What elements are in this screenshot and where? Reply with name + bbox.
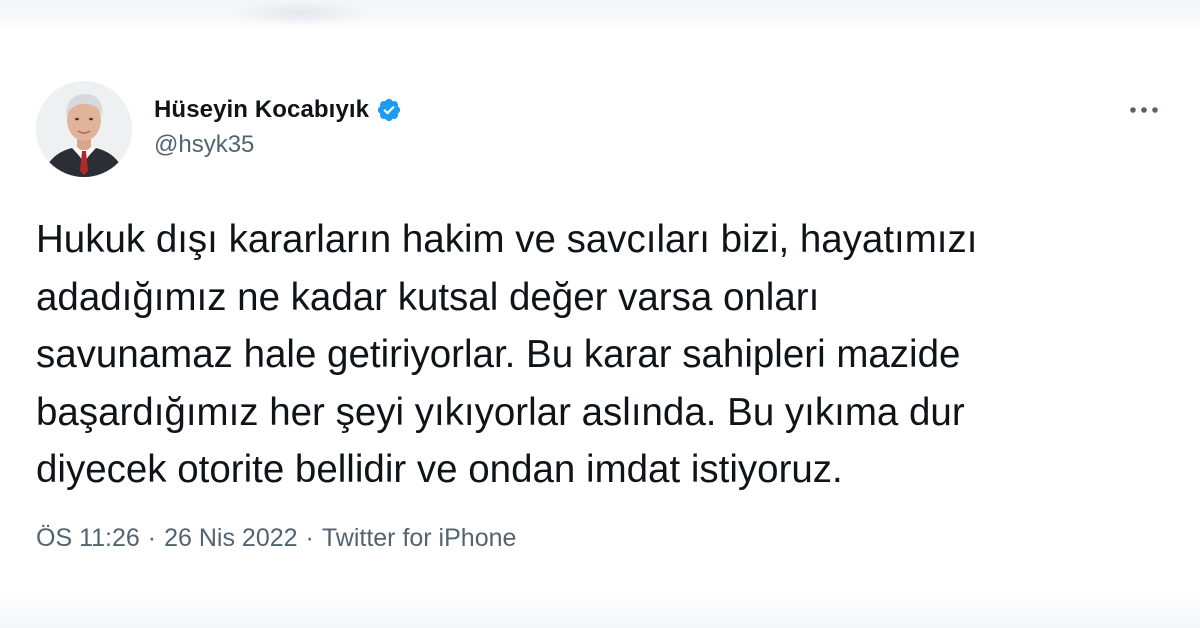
author-handle[interactable]: @hsyk35 bbox=[154, 131, 254, 159]
tweet-date[interactable]: 26 Nis 2022 bbox=[164, 524, 297, 552]
blurred-background-spot bbox=[230, 0, 370, 26]
avatar-portrait-image bbox=[36, 81, 132, 177]
top-background-fade bbox=[0, 0, 1200, 30]
tweet-text-line: diyecek otorite bellidir ve ondan imdat … bbox=[36, 448, 843, 491]
tweet-text-line: savunamaz hale getiriyorlar. Bu karar sa… bbox=[36, 333, 961, 376]
bottom-background-fade bbox=[0, 592, 1200, 628]
tweet-text: Hukuk dışı kararların hakim ve savcıları… bbox=[36, 211, 1166, 499]
more-options-button[interactable] bbox=[1124, 90, 1164, 130]
tweet-metadata: ÖS 11:26 · 26 Nis 2022 · Twitter for iPhone bbox=[36, 524, 516, 553]
meta-separator: · bbox=[147, 524, 157, 552]
tweet-time[interactable]: ÖS 11:26 bbox=[36, 524, 140, 552]
tweet-text-line: adadığımız ne kadar kutsal değer varsa o… bbox=[36, 275, 820, 319]
meta-separator: · bbox=[305, 524, 314, 552]
tweet-text-line: başardığımız her şeyi yıkıyorlar aslında… bbox=[36, 390, 965, 434]
author-name-row: Hüseyin Kocabıyık bbox=[154, 94, 402, 126]
verified-badge-icon bbox=[376, 97, 402, 123]
more-horizontal-icon bbox=[1130, 107, 1158, 113]
author-display-name[interactable]: Hüseyin Kocabıyık bbox=[154, 96, 369, 124]
avatar[interactable] bbox=[36, 81, 132, 177]
tweet-source[interactable]: Twitter for iPhone bbox=[322, 524, 517, 552]
tweet-text-line: Hukuk dışı kararların hakim ve savcıları… bbox=[36, 218, 978, 261]
